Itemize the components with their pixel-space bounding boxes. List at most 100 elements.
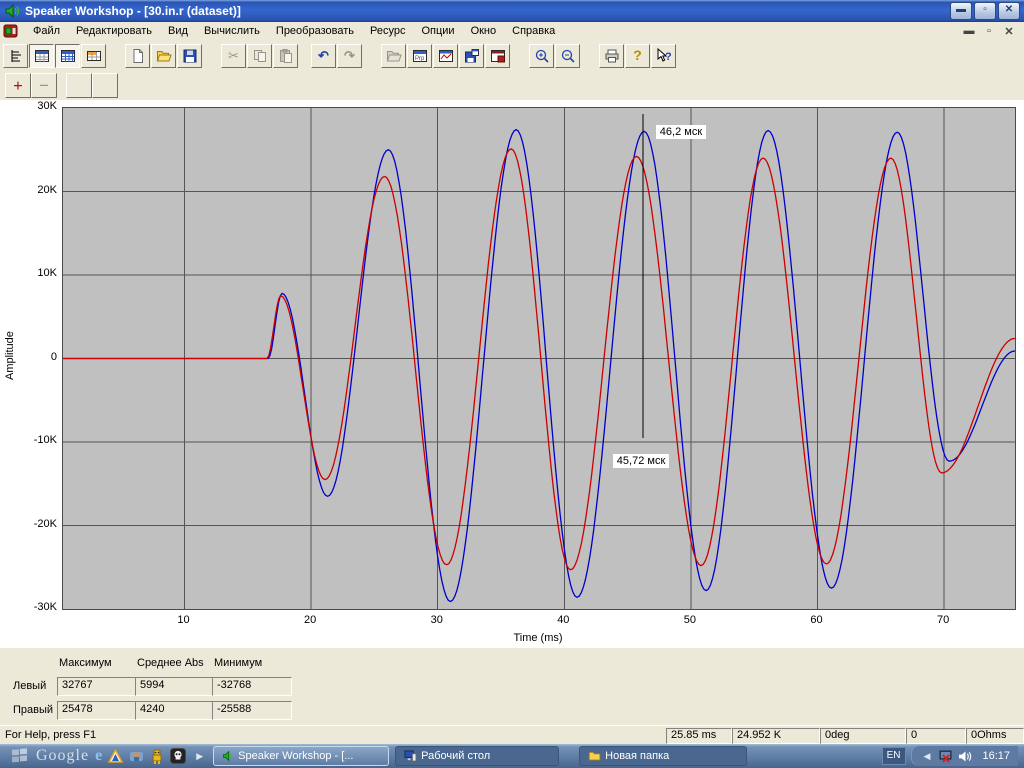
windows-flag-icon[interactable]: [10, 748, 30, 764]
google-toolbar-label[interactable]: Google: [36, 747, 89, 765]
language-indicator[interactable]: EN: [882, 747, 906, 765]
task-label: Speaker Workshop - [...: [238, 750, 353, 762]
stats-row-label-left: Левый: [13, 680, 46, 692]
zoom-in-icon: [534, 48, 550, 64]
status-zero-panel: 0: [906, 728, 966, 744]
y-tick-label: -30K: [0, 601, 57, 613]
copy-button[interactable]: [247, 44, 272, 68]
window-title: Speaker Workshop - [30.in.r (dataset)]: [25, 4, 241, 18]
chart-window-button[interactable]: [433, 44, 458, 68]
view-table-a-button[interactable]: [29, 44, 54, 68]
menu-resource[interactable]: Ресурс: [362, 23, 413, 39]
x-tick-label: 60: [797, 614, 837, 626]
display-settings-tray-icon[interactable]: [939, 750, 953, 763]
y-tick-label: 10K: [0, 267, 57, 279]
status-amplitude-panel: 24.952 K: [732, 728, 820, 744]
taskbar-button-desktop[interactable]: Рабочий стол: [395, 746, 559, 766]
restore-button[interactable]: ▫: [974, 2, 996, 20]
mdi-minimize-button[interactable]: ▬: [962, 25, 976, 38]
minimize-button[interactable]: ▬: [950, 2, 972, 20]
redo-button[interactable]: ↷: [337, 44, 362, 68]
folder-task-icon: [588, 750, 601, 762]
x-tick-label: 40: [543, 614, 583, 626]
marker-toolbar: + −: [0, 71, 1024, 101]
quick-launch-overflow-chevron[interactable]: ▶: [192, 751, 207, 762]
save-all-button[interactable]: [459, 44, 484, 68]
stats-panel: Максимум Среднее Abs Минимум Левый 32767…: [0, 648, 1024, 725]
zoom-out-button[interactable]: [555, 44, 580, 68]
y-tick-label: 0: [0, 351, 57, 363]
menu-help[interactable]: Справка: [504, 23, 563, 39]
menu-view[interactable]: Вид: [160, 23, 196, 39]
menu-edit[interactable]: Редактировать: [68, 23, 160, 39]
internet-explorer-icon[interactable]: e: [95, 747, 102, 765]
help-button[interactable]: ?: [625, 44, 650, 68]
task-label: Новая папка: [605, 750, 669, 762]
view-notes-button[interactable]: [3, 44, 28, 68]
open-button[interactable]: [151, 44, 176, 68]
table-view-icon: [60, 48, 76, 64]
status-help-text: For Help, press F1: [5, 729, 96, 741]
view-table-b-button[interactable]: [55, 44, 80, 68]
redo-arrow-icon: ↷: [344, 49, 355, 62]
add-marker-button[interactable]: +: [5, 73, 31, 98]
mail-app-icon[interactable]: [129, 749, 144, 763]
mdi-close-button[interactable]: ✕: [1002, 25, 1016, 38]
chart-window-icon: [438, 48, 454, 64]
tray-chevron[interactable]: ◀: [920, 751, 935, 762]
undo-button[interactable]: ↶: [311, 44, 336, 68]
menu-file[interactable]: Файл: [25, 23, 68, 39]
stats-left-avg: 5994: [135, 677, 215, 696]
view-table-c-button[interactable]: [81, 44, 106, 68]
context-help-button[interactable]: ?: [651, 44, 676, 68]
menu-window[interactable]: Окно: [463, 23, 505, 39]
marker-blank-button-1[interactable]: [66, 73, 92, 98]
cut-button[interactable]: ✂: [221, 44, 246, 68]
stats-right-max: 25478: [57, 701, 137, 720]
waveform-series-1: [63, 149, 1015, 570]
robot-app-icon[interactable]: [150, 749, 164, 764]
chart-region: Amplitude 30K20K10K0-10K-20K-30K 1020304…: [0, 100, 1024, 648]
table-view-icon: [34, 48, 50, 64]
remove-marker-button[interactable]: −: [31, 73, 57, 98]
mdi-restore-button[interactable]: ▫: [982, 25, 996, 38]
volume-tray-icon[interactable]: [958, 750, 973, 763]
cursor-time-label-top: 46,2 мск: [656, 125, 706, 139]
paste-button[interactable]: [273, 44, 298, 68]
export-chart-button[interactable]: [485, 44, 510, 68]
stats-left-max: 32767: [57, 677, 137, 696]
print-button[interactable]: [599, 44, 624, 68]
menu-options[interactable]: Опции: [413, 23, 462, 39]
y-tick-label: -20K: [0, 518, 57, 530]
taskbar-button-speaker-workshop[interactable]: Speaker Workshop - [...: [213, 746, 389, 766]
delta-app-icon[interactable]: [108, 749, 123, 763]
menu-calculate[interactable]: Вычислить: [196, 23, 268, 39]
marker-blank-button-2[interactable]: [92, 73, 118, 98]
x-tick-label: 70: [923, 614, 963, 626]
minus-icon: −: [39, 76, 49, 96]
import-button[interactable]: [381, 44, 406, 68]
waveform-plot[interactable]: [62, 107, 1016, 610]
notes-view-icon: [8, 48, 24, 64]
save-button[interactable]: [177, 44, 202, 68]
export-chart-icon: [490, 48, 506, 64]
main-toolbar: ✂ ↶ ↷ Prp: [0, 40, 1024, 72]
save-all-icon: [464, 48, 480, 64]
svg-text:?: ?: [665, 51, 672, 63]
svg-text:Prp: Prp: [415, 56, 425, 62]
x-tick-label: 50: [670, 614, 710, 626]
properties-window-button[interactable]: Prp: [407, 44, 432, 68]
stats-right-avg: 4240: [135, 701, 215, 720]
menu-transform[interactable]: Преобразовать: [268, 23, 362, 39]
taskbar-button-new-folder[interactable]: Новая папка: [579, 746, 747, 766]
desktop-task-icon: [404, 750, 417, 762]
close-button[interactable]: ✕: [998, 2, 1020, 20]
stats-left-min: -32768: [212, 677, 292, 696]
taskbar-clock[interactable]: 16:17: [978, 750, 1014, 762]
stats-row-label-right: Правый: [13, 704, 53, 716]
skull-app-icon[interactable]: [170, 748, 186, 764]
status-ohms-panel: 0Ohms: [966, 728, 1024, 744]
new-document-button[interactable]: [125, 44, 150, 68]
paste-icon: [278, 48, 294, 64]
zoom-in-button[interactable]: [529, 44, 554, 68]
